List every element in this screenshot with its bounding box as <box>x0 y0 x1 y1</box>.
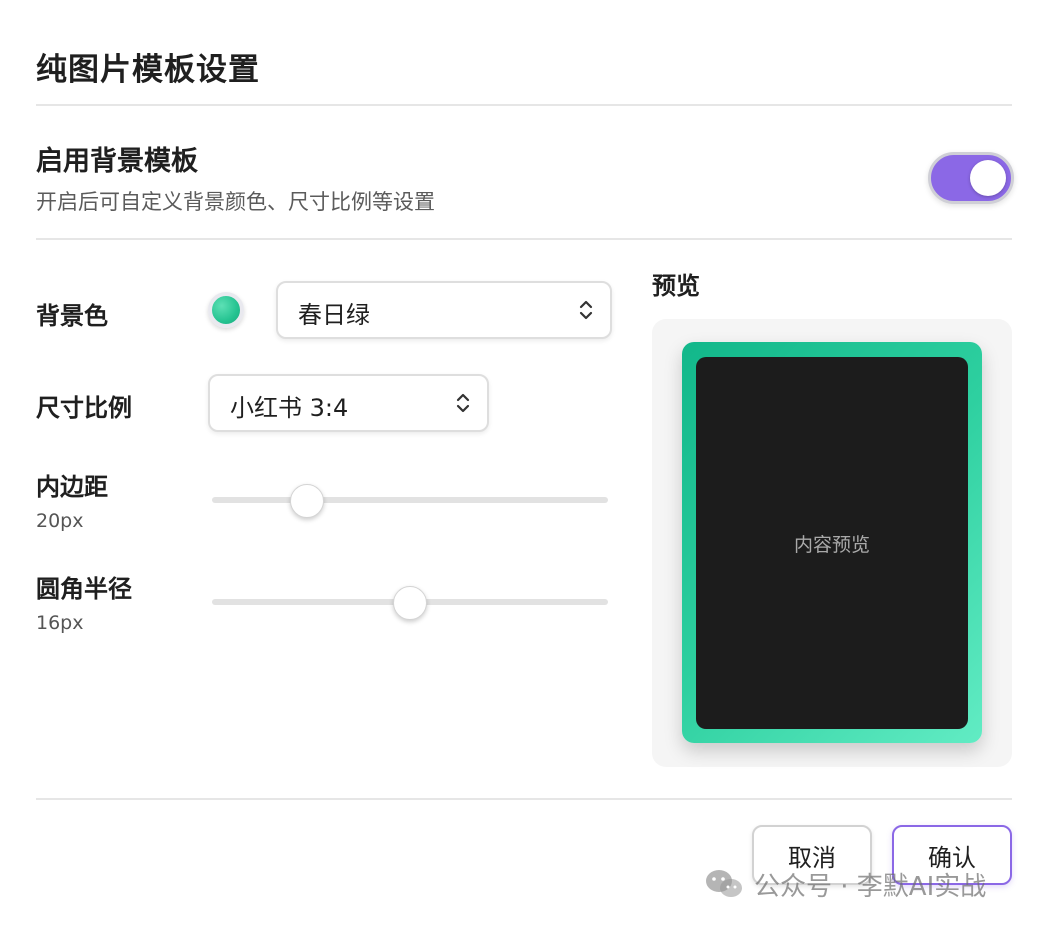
padding-value: 20px <box>36 510 84 532</box>
dialog-title: 纯图片模板设置 <box>36 52 260 88</box>
enable-template-title: 启用背景模板 <box>36 146 198 177</box>
padding-slider-track[interactable] <box>212 497 608 503</box>
aspect-ratio-select-value: 小红书 3:4 <box>230 394 349 422</box>
radius-value: 16px <box>36 612 84 634</box>
watermark-text: 公众号 · 李默AI实战 <box>754 871 987 902</box>
background-color-swatch[interactable] <box>208 292 244 328</box>
toggle-knob <box>970 160 1006 196</box>
watermark: 公众号 · 李默AI实战 <box>704 866 986 902</box>
chevron-updown-icon <box>456 393 470 413</box>
enable-template-toggle[interactable] <box>928 152 1014 204</box>
padding-slider-thumb[interactable] <box>290 484 325 518</box>
enable-template-description: 开启后可自定义背景颜色、尺寸比例等设置 <box>36 190 435 214</box>
background-color-label: 背景色 <box>36 302 108 330</box>
background-color-select[interactable]: 春日绿 <box>276 281 612 339</box>
footer-divider <box>36 798 1012 800</box>
chevron-updown-icon <box>579 300 593 320</box>
aspect-ratio-label: 尺寸比例 <box>36 394 132 422</box>
aspect-ratio-select[interactable]: 小红书 3:4 <box>208 374 489 432</box>
header-divider <box>36 104 1012 106</box>
section-divider <box>36 238 1012 240</box>
radius-label: 圆角半径 <box>36 575 132 603</box>
background-color-select-value: 春日绿 <box>298 301 370 329</box>
preview-content-text: 内容预览 <box>793 534 870 556</box>
wechat-icon <box>706 870 742 897</box>
padding-label: 内边距 <box>36 473 108 501</box>
radius-slider-thumb[interactable] <box>393 586 427 620</box>
preview-title: 预览 <box>652 272 700 300</box>
